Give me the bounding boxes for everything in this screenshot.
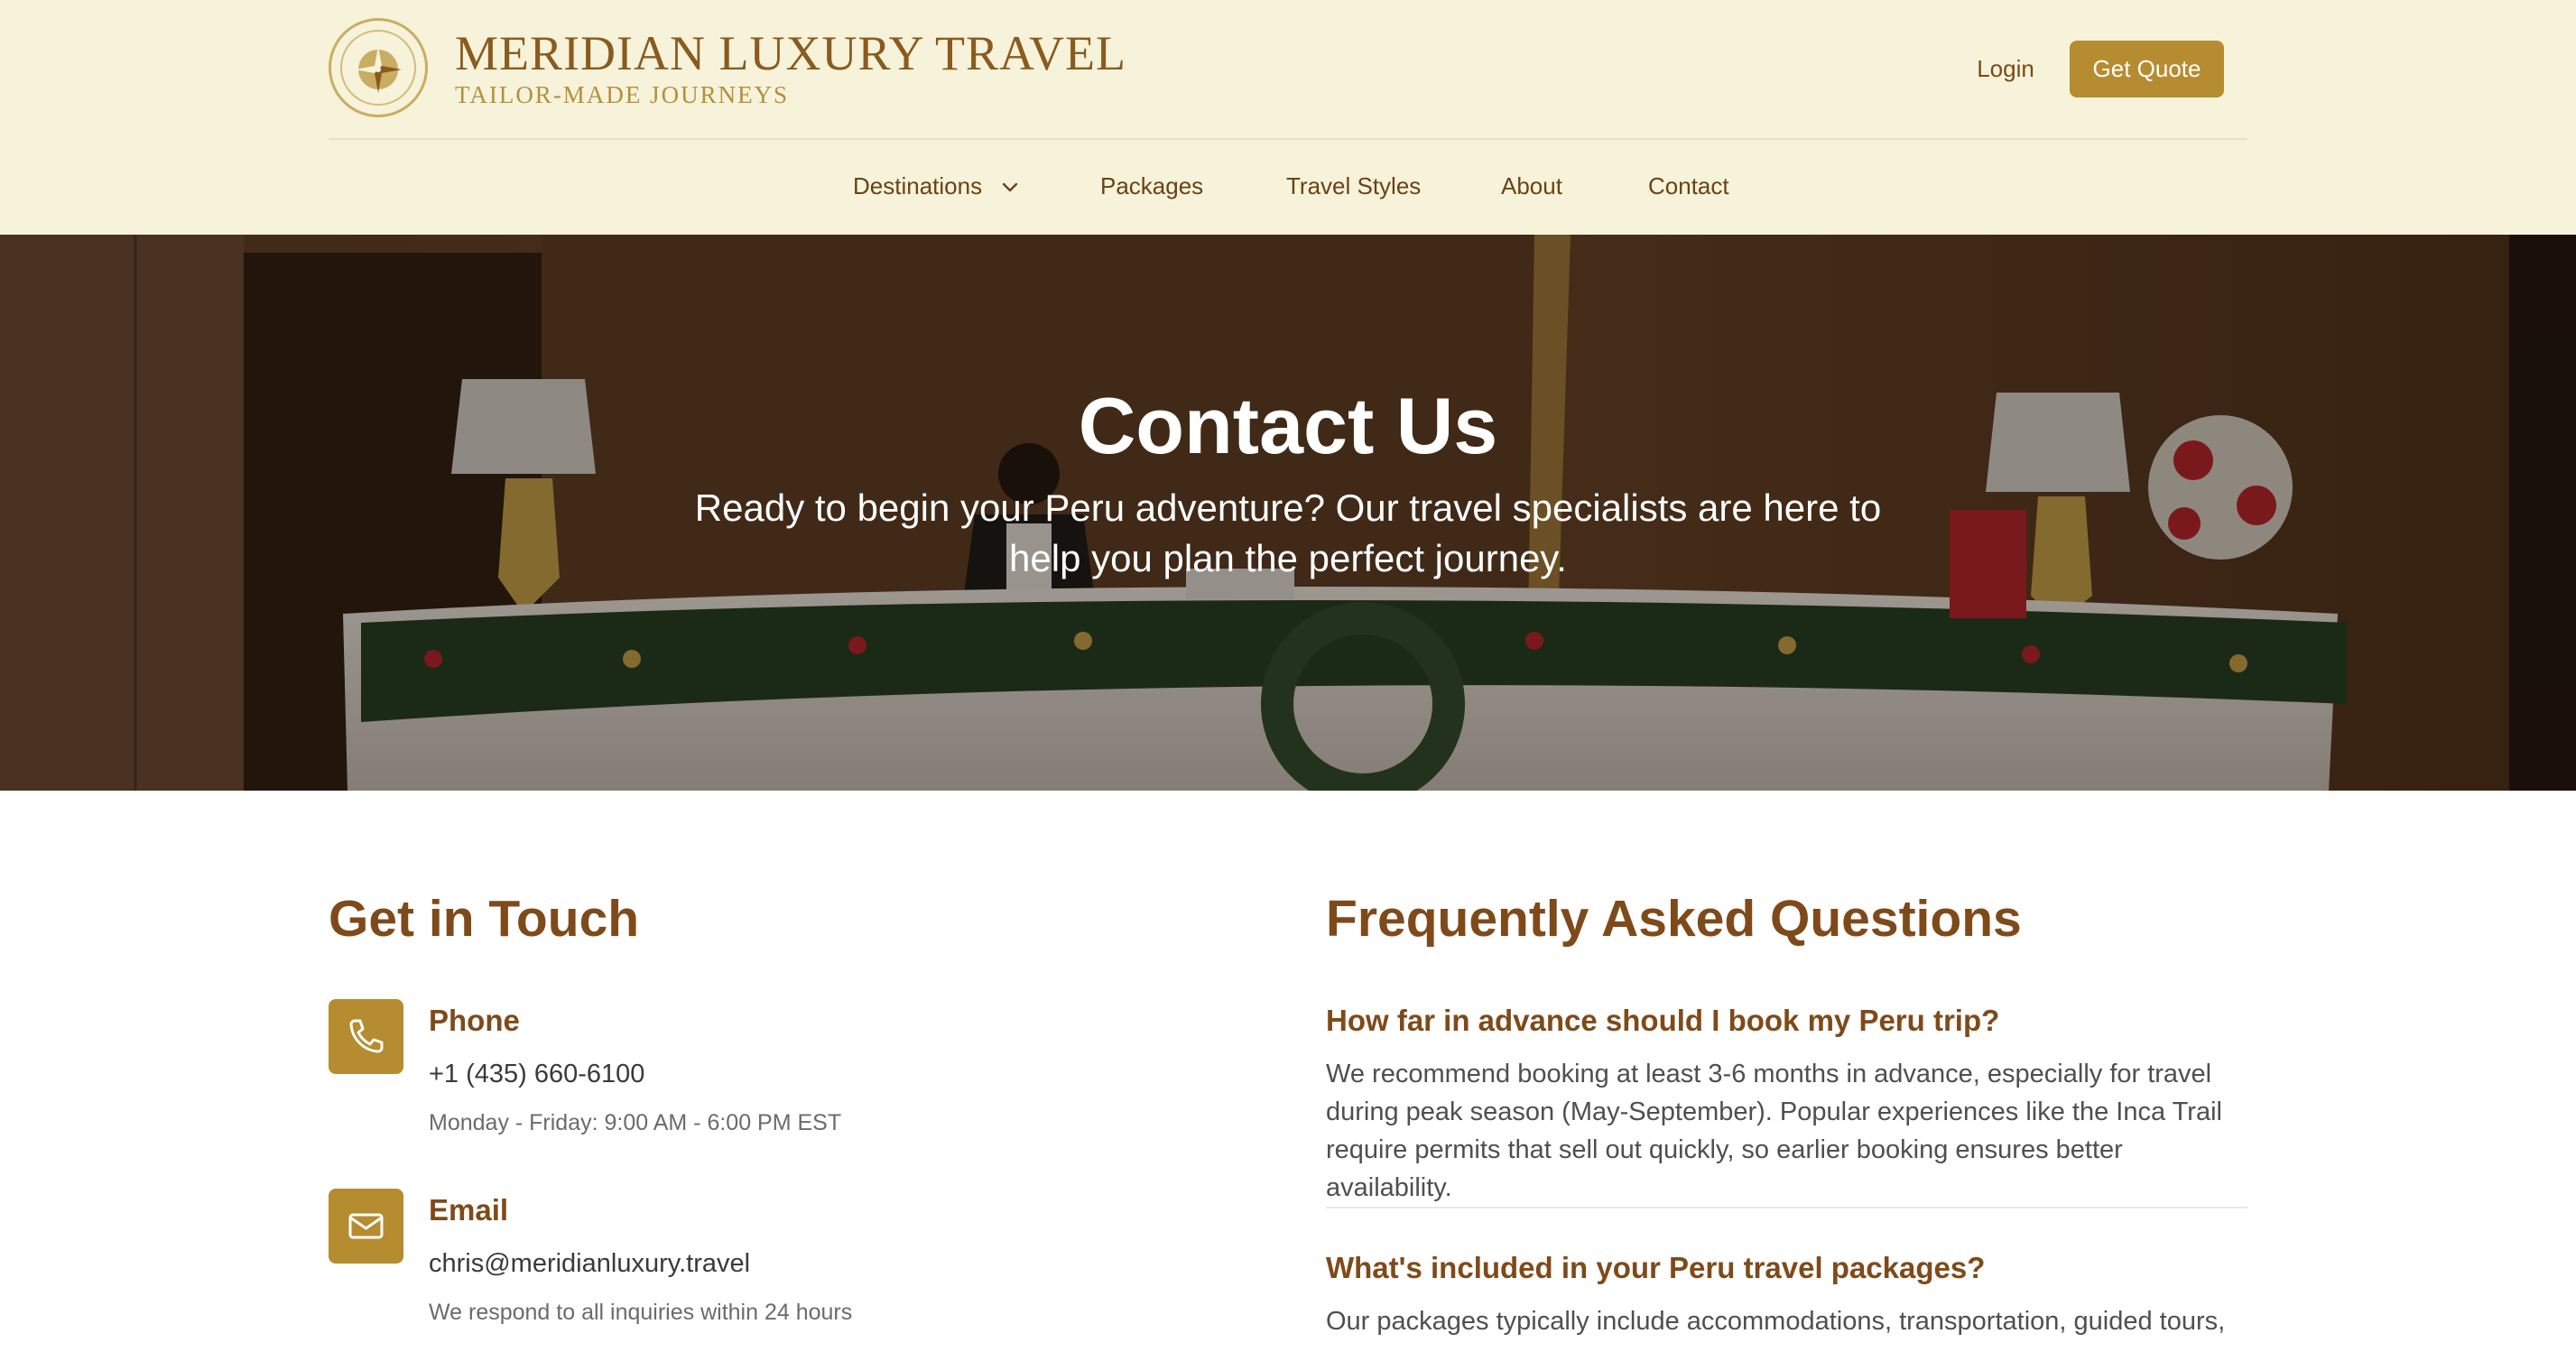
brand-name: MERIDIAN LUXURY TRAVEL <box>455 26 1127 80</box>
nav-item-packages[interactable]: Packages <box>1100 161 1203 211</box>
phone-number-link[interactable]: +1 (435) 660-6100 <box>429 1058 644 1090</box>
nav-item-travel-styles[interactable]: Travel Styles <box>1286 161 1421 211</box>
faq-question: How far in advance should I book my Peru… <box>1326 1004 2000 1037</box>
faq-answer: We recommend booking at least 3-6 months… <box>1326 1060 2222 1202</box>
header-divider <box>329 138 2247 140</box>
main-nav: Destinations Packages Travel Styles Abou… <box>0 161 2576 211</box>
faq-answer: Our packages typically include accommoda… <box>1326 1307 2226 1336</box>
contact-title: Get in Touch <box>329 890 640 948</box>
faq-question: What's included in your Peru travel pack… <box>1326 1251 1986 1284</box>
nav-item-about[interactable]: About <box>1501 161 1562 211</box>
hero-banner: Contact Us Ready to begin your Peru adve… <box>0 235 2576 791</box>
site-header: MERIDIAN LUXURY TRAVEL TAILOR-MADE JOURN… <box>0 0 2576 235</box>
chevron-down-icon[interactable] <box>1000 177 1020 197</box>
nav-item-contact[interactable]: Contact <box>1648 161 1729 211</box>
brand[interactable]: MERIDIAN LUXURY TRAVEL TAILOR-MADE JOURN… <box>329 18 1126 117</box>
faq-title: Frequently Asked Questions <box>1326 890 2022 948</box>
phone-hours: Monday - Friday: 9:00 AM - 6:00 PM EST <box>429 1110 842 1135</box>
hero-subtitle: Ready to begin your Peru adventure? Our … <box>694 486 1882 579</box>
mail-icon <box>329 1189 403 1264</box>
compass-logo-icon <box>329 18 428 117</box>
email-response-note: We respond to all inquiries within 24 ho… <box>429 1300 853 1325</box>
phone-label: Phone <box>429 1004 520 1037</box>
email-label: Email <box>429 1193 509 1227</box>
login-link[interactable]: Login <box>1959 47 2052 90</box>
faq-divider <box>1326 1207 2247 1208</box>
email-address-link[interactable]: chris@meridianluxury.travel <box>429 1247 750 1280</box>
nav-item-destinations[interactable]: Destinations <box>853 161 982 211</box>
phone-icon <box>329 999 403 1074</box>
page-title: Contact Us <box>1078 381 1498 470</box>
get-quote-button[interactable]: Get Quote <box>2070 41 2224 97</box>
brand-tagline: TAILOR-MADE JOURNEYS <box>455 81 790 108</box>
